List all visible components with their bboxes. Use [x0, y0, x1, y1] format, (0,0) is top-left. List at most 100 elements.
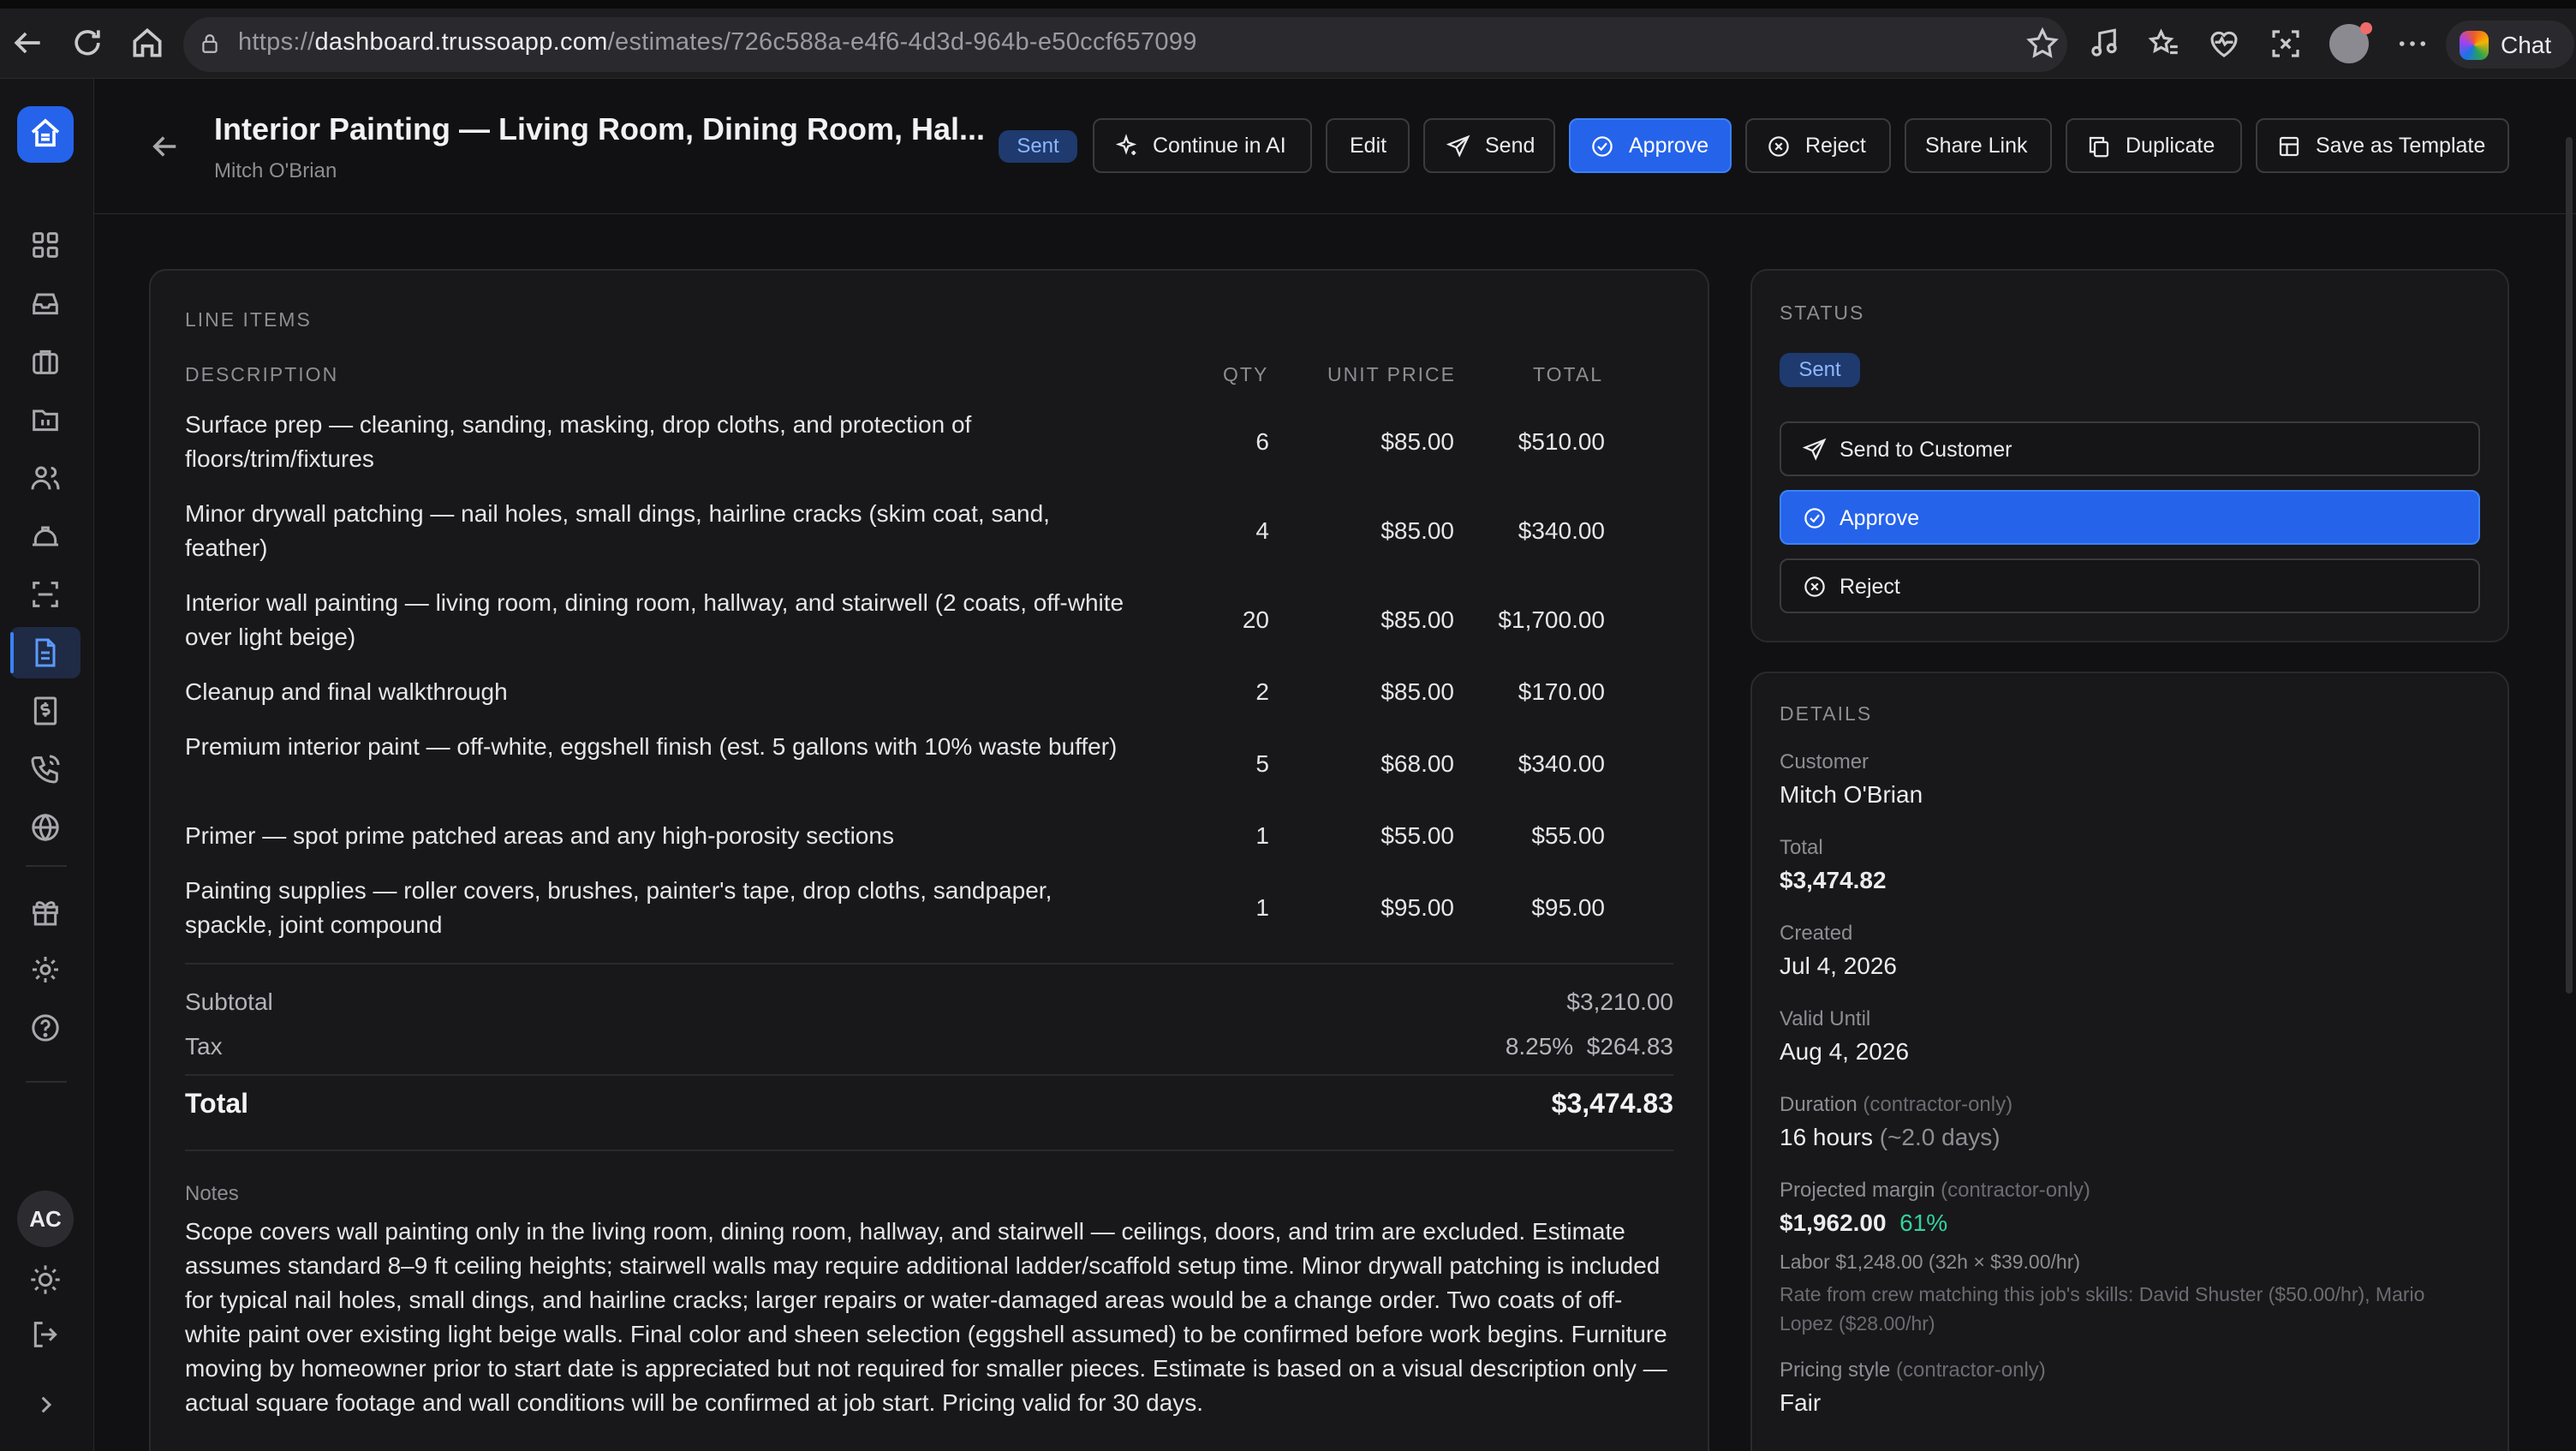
- chat-button[interactable]: Chat: [2446, 21, 2574, 69]
- details-heading: DETAILS: [1780, 702, 1873, 725]
- tax-amount: 8.25% $264.83: [1506, 1033, 1673, 1060]
- line-item-description: Primer — spot prime patched areas and an…: [185, 822, 894, 849]
- col-header-description: DESCRIPTION: [185, 363, 339, 385]
- gift-icon[interactable]: [28, 894, 63, 929]
- send-label: Send: [1485, 134, 1535, 158]
- save-as-template-button[interactable]: Save as Template: [2256, 118, 2509, 173]
- line-item-unit-price: $85.00: [1380, 606, 1454, 633]
- notes-text: Scope covers wall painting only in the l…: [185, 1218, 1667, 1416]
- user-avatar[interactable]: AC: [17, 1191, 74, 1247]
- health-icon[interactable]: [2206, 26, 2242, 62]
- divider: [185, 1149, 1673, 1151]
- template-icon: [2279, 136, 2299, 157]
- favorites-icon[interactable]: [2146, 26, 2182, 62]
- labor-breakdown: Labor $1,248.00 (32h × $39.00/hr): [1780, 1251, 2081, 1273]
- status-reject-button[interactable]: Reject: [1780, 558, 2480, 613]
- calls-icon[interactable]: [28, 752, 63, 786]
- dashboard-icon[interactable]: [28, 228, 63, 262]
- line-item-qty: 5: [1255, 750, 1269, 777]
- customer-value: Mitch O'Brian: [1780, 781, 1923, 808]
- settings-gear-icon[interactable]: [28, 952, 63, 987]
- status-reject-label: Reject: [1840, 575, 1900, 599]
- estimates-icon[interactable]: [28, 636, 63, 670]
- share-link-button[interactable]: Share Link: [1905, 118, 2052, 173]
- tax-label: Tax: [185, 1033, 223, 1060]
- line-item-qty: 20: [1242, 606, 1269, 633]
- inbox-icon[interactable]: [28, 286, 63, 320]
- status-card-badge: Sent: [1780, 353, 1860, 387]
- globe-icon[interactable]: [28, 810, 63, 845]
- line-item-description: Minor drywall patching — nail holes, sma…: [185, 500, 1050, 561]
- expand-sidebar-chevron-icon[interactable]: [28, 1388, 63, 1422]
- url-text[interactable]: https://dashboard.trussoapp.com/estimate…: [238, 28, 1197, 57]
- created-label: Created: [1780, 922, 1853, 945]
- line-item-qty: 1: [1255, 822, 1269, 849]
- line-item-total: $95.00: [1531, 894, 1605, 921]
- projected-margin-value: $1,962.00 61%: [1780, 1209, 1948, 1236]
- divider: [185, 1074, 1673, 1076]
- house-logo-icon: [31, 118, 60, 147]
- line-item-unit-price: $85.00: [1380, 517, 1454, 544]
- page-title: Interior Painting — Living Room, Dining …: [214, 111, 985, 146]
- col-header-total: TOTAL: [1533, 363, 1603, 385]
- capture-icon[interactable]: [2268, 26, 2304, 62]
- media-icon[interactable]: [2086, 26, 2122, 62]
- line-item-unit-price: $68.00: [1380, 750, 1454, 777]
- customer-label: Customer: [1780, 750, 1869, 773]
- theme-sun-icon[interactable]: [28, 1263, 63, 1297]
- approve-button[interactable]: Approve: [1569, 118, 1732, 173]
- copilot-icon: [2460, 31, 2489, 60]
- valid-until-label: Valid Until: [1780, 1007, 1871, 1030]
- pricing-style-value: Fair: [1780, 1389, 1822, 1416]
- line-item-qty: 4: [1255, 517, 1269, 544]
- edit-button[interactable]: Edit: [1326, 118, 1410, 173]
- status-approve-label: Approve: [1840, 506, 1920, 530]
- chat-label: Chat: [2501, 32, 2552, 58]
- reject-button[interactable]: Reject: [1745, 118, 1891, 173]
- help-icon[interactable]: [28, 1011, 63, 1045]
- app-logo[interactable]: [17, 106, 74, 163]
- line-item-qty: 1: [1255, 894, 1269, 921]
- line-item-total: $55.00: [1531, 822, 1605, 849]
- invoices-icon[interactable]: [28, 694, 63, 728]
- line-item-qty: 2: [1255, 678, 1269, 705]
- sparkle-icon: [1115, 134, 1137, 155]
- line-item-total: $170.00: [1518, 678, 1605, 705]
- jobs-icon[interactable]: [28, 344, 63, 379]
- x-circle-icon: [1768, 136, 1789, 157]
- reject-label: Reject: [1805, 134, 1866, 158]
- continue-in-ai-button[interactable]: Continue in AI: [1093, 118, 1312, 173]
- duration-label: Duration (contractor-only): [1780, 1093, 2013, 1116]
- crew-hardhat-icon[interactable]: [28, 519, 63, 553]
- save-as-template-label: Save as Template: [2316, 134, 2486, 158]
- back-arrow-icon[interactable]: [147, 128, 183, 164]
- send-to-customer-button[interactable]: Send to Customer: [1780, 421, 2480, 476]
- customers-icon[interactable]: [28, 461, 63, 495]
- col-header-qty: QTY: [1223, 363, 1269, 385]
- pricing-style-label: Pricing style (contractor-only): [1780, 1358, 2046, 1382]
- send-button[interactable]: Send: [1423, 118, 1555, 173]
- home-icon[interactable]: [128, 24, 166, 62]
- star-icon[interactable]: [2024, 26, 2060, 62]
- col-header-unit-price: UNIT PRICE: [1327, 363, 1456, 385]
- customer-name-subtitle: Mitch O'Brian: [214, 159, 337, 182]
- line-item-total: $1,700.00: [1498, 606, 1605, 633]
- back-icon[interactable]: [9, 24, 46, 62]
- subtotal-value: $3,210.00: [1566, 988, 1673, 1015]
- reload-icon[interactable]: [69, 24, 106, 62]
- copy-icon: [2089, 136, 2109, 158]
- profile-notification-dot: [2360, 22, 2372, 34]
- line-item-description: Painting supplies — roller covers, brush…: [185, 877, 1052, 938]
- line-items-heading: LINE ITEMS: [185, 308, 312, 331]
- logout-icon[interactable]: [28, 1317, 63, 1352]
- scan-icon[interactable]: [28, 577, 63, 612]
- crew-rate-note: Rate from crew matching this job's skill…: [1780, 1283, 2425, 1335]
- sidebar-divider: [26, 1081, 67, 1083]
- page-scrollbar[interactable]: [2566, 137, 2573, 994]
- duplicate-button[interactable]: Duplicate: [2066, 118, 2242, 173]
- details-total-value: $3,474.82: [1780, 867, 1887, 893]
- more-icon[interactable]: [2394, 26, 2430, 62]
- status-approve-button[interactable]: Approve: [1780, 490, 2480, 545]
- notes-label: Notes: [185, 1182, 239, 1205]
- folder-icon[interactable]: [28, 403, 63, 437]
